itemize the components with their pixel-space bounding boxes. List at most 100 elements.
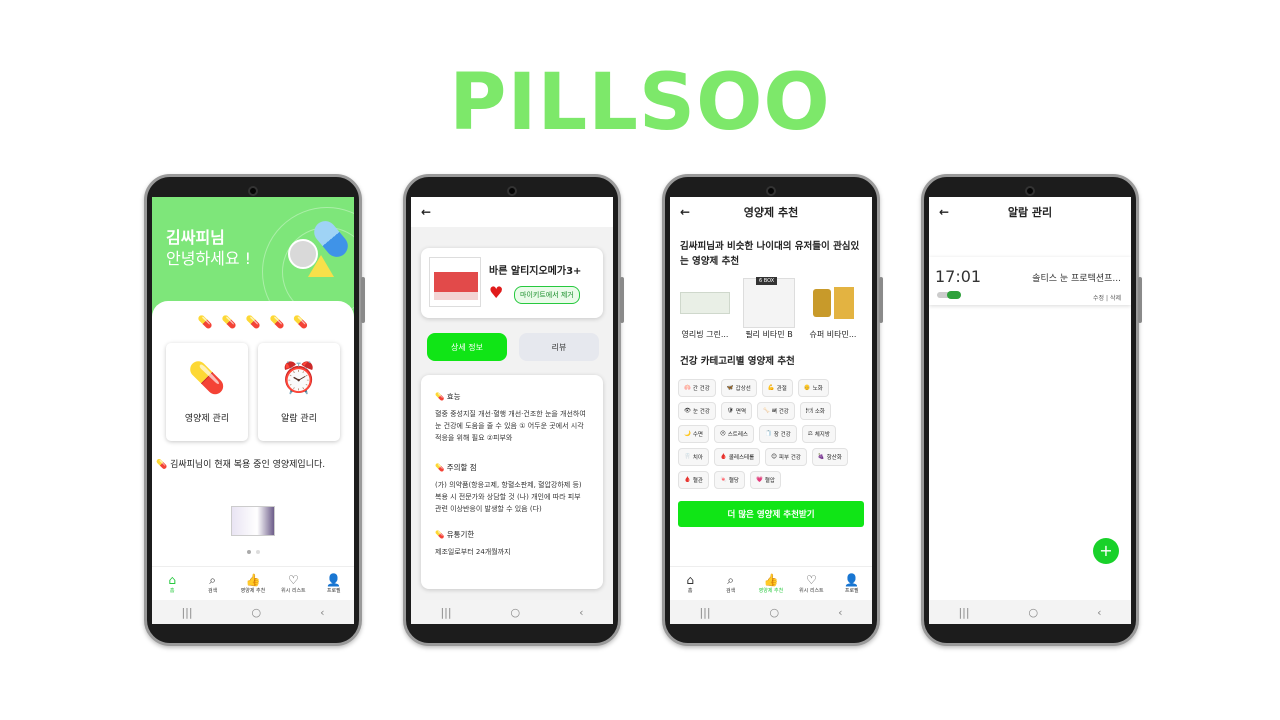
category-chip[interactable]: 🦋 갑상선 [720, 379, 757, 397]
category-chip[interactable]: 😣 스트레스 [713, 425, 754, 443]
remove-from-kit-button[interactable]: 마이키트에서 제거 [514, 286, 580, 304]
nav-search[interactable]: ⌕ 검색 [713, 573, 749, 594]
section-text: (가) 의약품(항응고제, 항혈소판제, 혈압강하제 등) 복용 시 전문가와 … [435, 481, 582, 513]
carousel-dots [152, 550, 354, 554]
system-back-button[interactable]: ‹ [838, 606, 842, 619]
tab-review[interactable]: 리뷰 [519, 333, 599, 361]
product-detail-screen: ← 바른 알티지오메가3+ ♥ 마이키트에서 제거 상세 정보 리뷰 💊 효능 … [411, 197, 613, 624]
nav-recommend[interactable]: 👍 영양제 추천 [753, 573, 789, 594]
category-icon: 😣 [719, 431, 726, 437]
recent-apps-button[interactable]: ||| [958, 606, 969, 619]
category-chip[interactable]: 😊 피부 건강 [765, 448, 807, 466]
category-chip[interactable]: 💪 관절 [761, 379, 793, 397]
category-chip[interactable]: 🧻 장 건강 [758, 425, 797, 443]
category-label: 눈 건강 [692, 409, 710, 415]
bottom-nav: ⌂ 홈 ⌕ 검색 👍 영양제 추천 ♡ 위시 리스트 👤 프로필 [670, 566, 872, 600]
carousel-dot[interactable] [255, 550, 260, 554]
recent-apps-button[interactable]: ||| [440, 606, 451, 619]
alarm-clock-icon: ⏰ [280, 360, 318, 396]
system-home-button[interactable]: ○ [770, 606, 780, 619]
delete-link[interactable]: 삭제 [1110, 295, 1121, 302]
section-text: 제조일로부터 24개월까지 [435, 548, 511, 556]
category-chip[interactable]: 👁 눈 건강 [678, 402, 716, 420]
recent-apps-button[interactable]: ||| [699, 606, 710, 619]
nav-wishlist[interactable]: ♡ 위시 리스트 [793, 573, 829, 594]
alarm-actions: 수정 | 삭제 [1093, 295, 1121, 302]
tile-label: 영양제 관리 [184, 413, 230, 424]
side-button [1138, 277, 1142, 323]
category-chip[interactable]: 👴 노화 [797, 379, 829, 397]
alarm-supplement-name: 솔티스 눈 프로텍션프... [1032, 274, 1121, 284]
nav-recommend[interactable]: 👍 영양제 추천 [235, 573, 271, 594]
product-card: 바른 알티지오메가3+ ♥ 마이키트에서 제거 [421, 248, 603, 318]
category-label: 관절 [776, 386, 787, 392]
category-chip[interactable]: 🌙 수면 [678, 425, 709, 443]
system-home-button[interactable]: ○ [511, 606, 521, 619]
back-arrow-icon[interactable]: ← [680, 205, 694, 219]
system-home-button[interactable]: ○ [252, 606, 262, 619]
side-button [879, 277, 883, 323]
bottom-nav: ⌂ 홈 ⌕ 검색 👍 영양제 추천 ♡ 위시 리스트 👤 프로필 [152, 566, 354, 600]
category-label: 갑상선 [735, 386, 751, 392]
system-home-button[interactable]: ○ [1029, 606, 1039, 619]
home-header: 김싸피님 안녕하세요 ! [152, 197, 354, 317]
recommend-screen: ← 영양제 추천 김싸피님과 비슷한 나이대의 유저들이 관심있는 영양제 추천… [670, 197, 872, 624]
category-chip[interactable]: 🦴 뼈 건강 [757, 402, 795, 420]
product-thumbnail[interactable] [231, 506, 275, 536]
recent-apps-button[interactable]: ||| [181, 606, 192, 619]
alarm-manage-tile[interactable]: ⏰ 알람 관리 [258, 343, 340, 441]
system-nav-bar: ||| ○ ‹ [670, 600, 872, 624]
nav-home[interactable]: ⌂ 홈 [672, 573, 708, 594]
system-back-button[interactable]: ‹ [579, 606, 583, 619]
category-chip[interactable]: 💗 혈압 [749, 471, 781, 489]
reco-item[interactable]: 슈퍼 비타민... [804, 277, 862, 340]
page-title: 알람 관리 [1007, 206, 1053, 219]
back-arrow-icon[interactable]: ← [421, 205, 435, 219]
more-recommend-button[interactable]: 더 많은 영양제 추천받기 [678, 501, 864, 527]
system-back-button[interactable]: ‹ [1097, 606, 1101, 619]
category-chip[interactable]: ⚖ 체지방 [801, 425, 836, 443]
category-label: 혈당 [728, 478, 739, 484]
side-button [361, 277, 365, 323]
pill-icon: 💊 [245, 315, 261, 329]
category-chip[interactable]: 🍇 항산화 [811, 448, 848, 466]
alarm-toggle[interactable] [937, 291, 961, 299]
system-back-button[interactable]: ‹ [320, 606, 324, 619]
add-alarm-button[interactable]: + [1093, 538, 1119, 564]
category-chip[interactable]: 🩸 콜레스테롤 [713, 448, 761, 466]
nav-search[interactable]: ⌕ 검색 [195, 573, 231, 594]
category-label: 장 건강 [773, 432, 791, 438]
category-chip[interactable]: 🍬 혈당 [713, 471, 745, 489]
section-text: 혈중 중성지질 개선·혈행 개선·건조한 눈을 개선하여 눈 건강에 도움을 줄… [435, 410, 586, 442]
home-body: 💊 💊 💊 💊 💊 💊 영양제 관리 ⏰ 알람 관리 💊 김싸피님이 현재 복용… [152, 301, 354, 571]
category-chip[interactable]: 🩸 혈관 [678, 471, 709, 489]
alarm-time: 17:01 [935, 267, 982, 286]
category-icon: 🩸 [719, 454, 727, 460]
nav-home[interactable]: ⌂ 홈 [154, 573, 190, 594]
category-chip[interactable]: 🦷 치아 [678, 448, 709, 466]
alarm-item[interactable]: 17:01 솔티스 눈 프로텍션프... 수정 | 삭제 [929, 257, 1131, 305]
heart-icon[interactable]: ♥ [489, 284, 503, 302]
tab-detail[interactable]: 상세 정보 [427, 333, 507, 361]
carousel-dot[interactable] [246, 550, 251, 554]
phone-home: 김싸피님 안녕하세요 ! 💊 💊 💊 💊 💊 💊 영양제 관리 ⏰ 알람 관리 … [144, 174, 365, 646]
product-image [429, 257, 481, 307]
nav-wishlist[interactable]: ♡ 위시 리스트 [275, 573, 311, 594]
person-icon: 👤 [326, 573, 342, 587]
reco-item[interactable]: 6 BOX 필리 비타민 B [740, 277, 798, 340]
recommend-list: 영리빙 그린... 6 BOX 필리 비타민 B 슈퍼 비타민... [670, 277, 872, 340]
category-icon: 🛡 [726, 408, 734, 414]
page-title: 영양제 추천 [743, 206, 799, 219]
nav-profile[interactable]: 👤 프로필 [316, 573, 352, 594]
edit-link[interactable]: 수정 [1093, 295, 1104, 302]
supplement-manage-tile[interactable]: 💊 영양제 관리 [166, 343, 248, 441]
category-chips: 🫁 간 건강 🦋 갑상선 💪 관절 👴 노화 👁 눈 건강 🛡 면역 🦴 뼈 건강 🍽 소화 🌙 수면 😣 스트레스 🧻… [670, 379, 872, 489]
category-label: 수면 [692, 432, 703, 438]
category-label: 항산화 [826, 455, 842, 461]
category-chip[interactable]: 🍽 소화 [799, 402, 831, 420]
category-chip[interactable]: 🛡 면역 [720, 402, 753, 420]
back-arrow-icon[interactable]: ← [939, 205, 953, 219]
reco-item[interactable]: 영리빙 그린... [676, 277, 734, 340]
nav-profile[interactable]: 👤 프로필 [834, 573, 870, 594]
category-chip[interactable]: 🫁 간 건강 [678, 379, 716, 397]
